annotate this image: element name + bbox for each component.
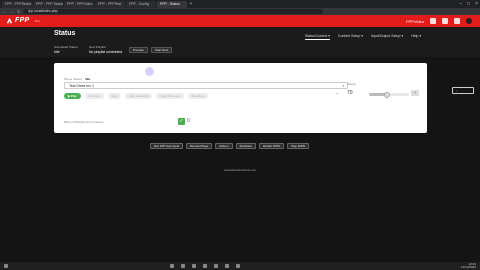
volume-down-button[interactable]: – — [336, 91, 339, 97]
header-right: FPPVideo — [406, 18, 472, 24]
blank-after-label: Blank w/Playlist Item Finishes — [64, 120, 104, 124]
logo-text: FPP — [15, 17, 30, 24]
browser-tab[interactable]: FPP - FPPSelect — [2, 1, 32, 8]
previous-button[interactable]: Previous — [84, 93, 104, 99]
scheduler-status-label: Scheduled Status: — [54, 45, 79, 49]
taskbar-apps — [170, 264, 240, 268]
scheduler-status: Scheduled Status: Idle — [54, 45, 78, 54]
mouse-cursor-highlight — [145, 67, 154, 76]
sensor-icon[interactable] — [442, 18, 448, 24]
volume-label: Volume: — [347, 83, 357, 86]
remote-player-button[interactable]: Remote Player — [185, 143, 213, 149]
system-buttons: Run FPP Command Remote Player Reboot Shu… — [150, 143, 310, 149]
volume-mode-select[interactable]: ▾ — [452, 87, 474, 94]
volume-up-button[interactable]: + — [411, 90, 419, 96]
playlist-select[interactable]: Test Show rev 1 ▾ — [64, 82, 348, 89]
player-controls: ▶ Play Previous Next Stop Gracefully Sto… — [64, 93, 208, 99]
player-status-label: Player Status: — [64, 77, 83, 81]
next-playlist-value: No playlist scheduled. — [89, 50, 124, 54]
blank-after-checkbox[interactable]: ✓ — [178, 118, 185, 125]
reboot-button[interactable]: Reboot — [215, 143, 233, 149]
title-bar: Status Status/Control ▾ Content Setup ▾ … — [0, 27, 480, 57]
falcon-link[interactable]: www.falconchristmas.com — [0, 168, 480, 172]
blank-after-off-icon: 0 — [187, 118, 190, 124]
reload-icon[interactable]: ↻ — [17, 9, 20, 14]
task-view-icon[interactable] — [181, 264, 185, 268]
player-card: Player Status: Idle Test Show rev 1 ▾ Vo… — [54, 63, 474, 133]
status-indicator-icon — [466, 18, 472, 24]
nav-help[interactable]: Help ▾ — [411, 34, 421, 40]
close-button[interactable]: × — [475, 1, 478, 7]
stop-now-button[interactable]: Stop Now — [187, 93, 208, 99]
browser-tab[interactable]: FPP - FPPVideo — [64, 1, 94, 8]
address-bar: ← → ↻ fpp.local/index.php — [0, 8, 480, 15]
window-controls: – □ × — [459, 1, 478, 7]
browser-tab[interactable]: FPP - FPP Status — [33, 1, 63, 8]
mute-icon[interactable] — [454, 18, 460, 24]
instance-name[interactable]: FPPVideo — [406, 19, 424, 24]
monitor-icon[interactable] — [430, 18, 436, 24]
search-icon[interactable] — [170, 264, 174, 268]
start-next-button[interactable]: Start Next — [151, 47, 173, 53]
logo-version: v6.x — [34, 18, 41, 23]
os-taskbar: 10:42 12/14/2022 — [0, 262, 480, 270]
preview-button[interactable]: Preview — [129, 47, 148, 53]
explorer-icon[interactable] — [192, 264, 196, 268]
next-playlist-label: Next Playlist: — [89, 45, 107, 49]
nav-input-output-setup[interactable]: Input/Output Setup ▾ — [371, 34, 403, 40]
browser-tab-active[interactable]: FPP - Status — [157, 1, 187, 8]
main-content: Player Status: Idle Test Show rev 1 ▾ Vo… — [0, 57, 480, 270]
browser-window: FPP - FPPSelect FPP - FPP Status FPP - F… — [0, 0, 480, 270]
clock-date: 12/14/2022 — [460, 265, 476, 269]
main-nav: Status/Control ▾ Content Setup ▾ Input/O… — [305, 34, 421, 40]
store-icon[interactable] — [225, 264, 229, 268]
browser-icon[interactable] — [203, 264, 207, 268]
stop-fppd-button[interactable]: Stop FPPD — [287, 143, 310, 149]
shutdown-button[interactable]: Shutdown — [235, 143, 256, 149]
next-button[interactable]: Next — [107, 93, 122, 99]
fpp-logo-icon — [6, 17, 13, 24]
stop-after-loop-button[interactable]: Stop After Loop — [156, 93, 184, 99]
tab-strip: FPP - FPPSelect FPP - FPP Status FPP - F… — [0, 0, 480, 8]
restart-fppd-button[interactable]: Restart FPPD — [258, 143, 285, 149]
start-icon[interactable] — [4, 264, 8, 268]
minimize-button[interactable]: – — [459, 1, 462, 7]
chevron-down-icon: ▾ — [342, 84, 344, 88]
taskbar-clock[interactable]: 10:42 12/14/2022 — [461, 263, 476, 269]
maximize-button[interactable]: □ — [467, 1, 470, 7]
fpp-logo[interactable]: FPP v6.x — [6, 17, 40, 24]
app-header: FPP v6.x FPPVideo — [0, 15, 480, 27]
browser-tab[interactable]: FPP - Config — [126, 1, 156, 8]
forward-icon[interactable]: → — [10, 9, 14, 14]
new-tab-button[interactable]: + — [188, 1, 194, 8]
volume-slider[interactable] — [369, 91, 409, 98]
page-title: Status — [54, 30, 76, 37]
player-status-value: Idle — [85, 77, 91, 81]
volume-slider-handle[interactable] — [384, 91, 390, 98]
back-icon[interactable]: ← — [3, 9, 7, 14]
nav-content-setup[interactable]: Content Setup ▾ — [338, 34, 363, 40]
run-fpp-command-button[interactable]: Run FPP Command — [150, 143, 183, 149]
next-playlist: Next Playlist: No playlist scheduled. — [89, 45, 123, 54]
browser-tab[interactable]: FPP - FPPTest — [95, 1, 125, 8]
settings-icon[interactable] — [236, 264, 240, 268]
stop-gracefully-button[interactable]: Stop Gracefully — [125, 93, 153, 99]
volume-value: 70 — [347, 90, 353, 96]
playlist-select-value: Test Show rev 1 — [69, 84, 94, 88]
url-input[interactable]: fpp.local/index.php — [23, 9, 324, 14]
nav-status-control[interactable]: Status/Control ▾ — [305, 34, 330, 40]
mail-icon[interactable] — [214, 264, 218, 268]
play-button[interactable]: ▶ Play — [64, 93, 81, 99]
scheduler-status-value: Idle — [54, 50, 60, 54]
